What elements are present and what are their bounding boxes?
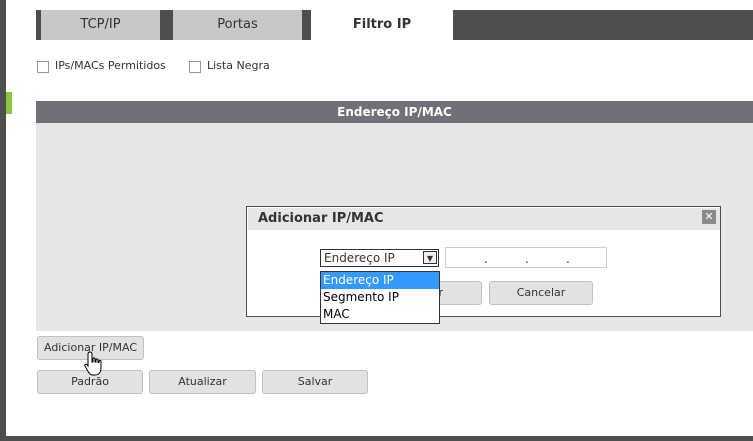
hand-cursor-icon <box>84 351 102 376</box>
option-endereco-ip[interactable]: Endereço IP <box>321 272 439 289</box>
status-indicator <box>6 92 12 114</box>
cancel-button[interactable]: Cancelar <box>489 281 593 305</box>
close-icon[interactable]: ✕ <box>702 210 716 224</box>
left-frame-bar <box>0 0 6 441</box>
ip-separator: . <box>484 252 488 266</box>
option-segmento-ip[interactable]: Segmento IP <box>321 289 439 306</box>
tab-tcpip[interactable]: TCP/IP <box>41 10 160 40</box>
tab-portas[interactable]: Portas <box>173 10 302 40</box>
save-button[interactable]: Salvar <box>262 370 368 394</box>
option-mac[interactable]: MAC <box>321 306 439 323</box>
address-type-select[interactable]: Endereço IP <box>320 249 439 267</box>
bottom-frame-bar <box>0 436 753 441</box>
blacklist-label: Lista Negra <box>207 59 270 72</box>
chevron-down-icon[interactable]: ▼ <box>423 251 437 264</box>
allowed-checkbox[interactable] <box>37 61 49 73</box>
ip-separator: . <box>525 252 529 266</box>
ip-separator: . <box>566 252 570 266</box>
refresh-button[interactable]: Atualizar <box>149 370 256 394</box>
table-header: Endereço IP/MAC <box>36 101 753 123</box>
tab-separator <box>160 10 173 40</box>
tab-separator <box>302 10 311 40</box>
allowed-label: IPs/MACs Permitidos <box>55 59 166 72</box>
tab-bar-fill <box>453 10 753 40</box>
tab-filtro-ip[interactable]: Filtro IP <box>311 10 453 41</box>
blacklist-checkbox[interactable] <box>189 61 201 73</box>
dialog-title: Adicionar IP/MAC <box>258 211 384 226</box>
